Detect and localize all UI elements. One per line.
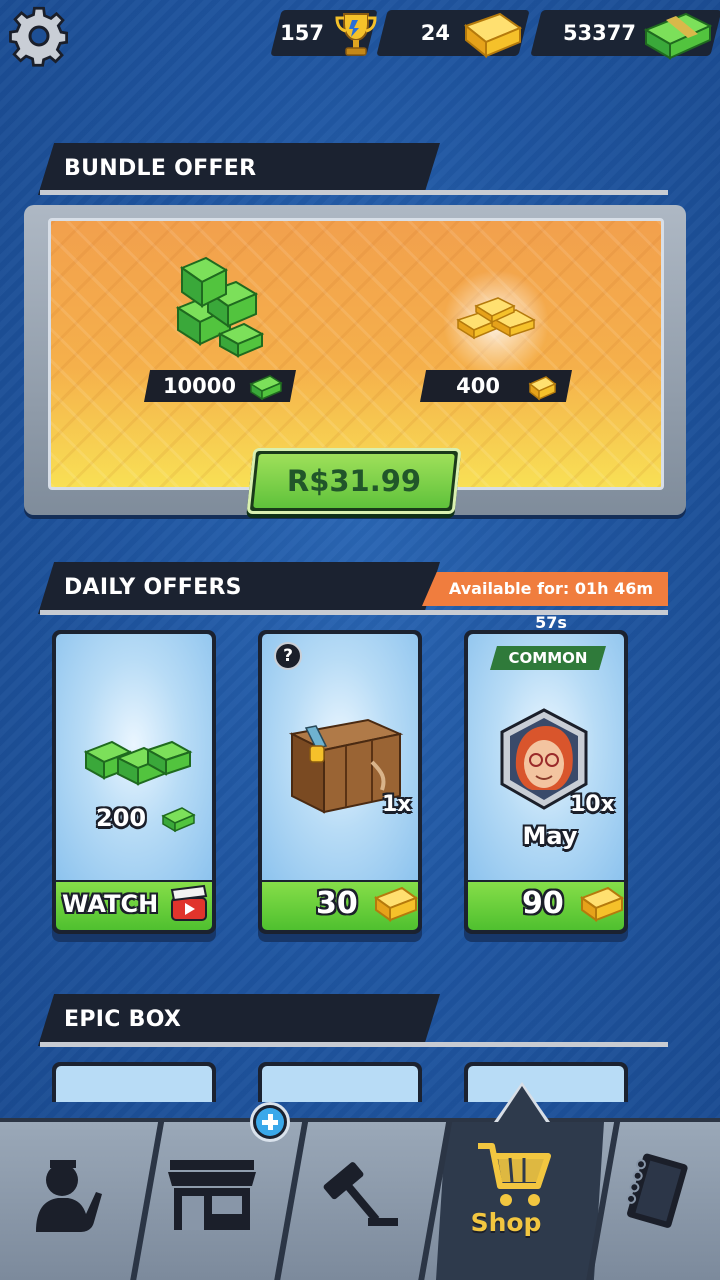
watch-button-label[interactable]: WATCH [62,880,158,928]
gold-small-icon [528,376,557,401]
gold-bar-icon [579,886,625,922]
bundle-divider [40,190,668,195]
cash-stack-icon [643,12,713,60]
cash-pile-icon [175,256,265,358]
epic-box-card[interactable] [258,1062,422,1102]
epic-box-card[interactable] [52,1062,216,1102]
trophy-icon [335,13,377,56]
cash-bundle-icon [83,740,193,786]
daily-offers-title: DAILY OFFERS [64,575,242,600]
crate-price[interactable]: 30 [316,880,358,928]
nav-shop-label[interactable]: Shop [436,1208,576,1237]
nav-store-icon[interactable] [164,1156,260,1232]
nav-shop-cart-icon[interactable] [474,1136,556,1212]
bundle-price[interactable]: R$31.99 [250,448,458,514]
crate-quantity: 1x [382,792,412,817]
cash-small-icon [249,375,283,401]
daily-divider [40,610,668,615]
video-clapper-icon [170,884,208,921]
info-question-icon[interactable]: ? [274,642,302,670]
epic-box-header: EPIC BOX [38,994,440,1046]
add-button[interactable] [250,1102,290,1142]
daily-offers-header: DAILY OFFERS [38,562,440,614]
epic-divider [40,1042,668,1047]
availability-timer: Available for: 01h 46m 57s [448,579,654,632]
bundle-offer-title: BUNDLE OFFER [64,156,257,181]
nav-auction-gavel-icon[interactable] [318,1156,402,1232]
bundle-cash-amount: 10000 [162,374,236,398]
cash-small-icon [161,807,196,833]
epic-box-title: EPIC BOX [64,1007,182,1032]
cash-count: 53377 [562,21,636,45]
trophy-count: 157 [280,21,324,45]
bundle-offer-header: BUNDLE OFFER [38,143,440,195]
character-name: May [522,822,578,850]
character-quantity: 10x [570,792,615,817]
gold-count: 24 [420,21,450,45]
gold-pile-icon [456,297,536,340]
epic-box-card[interactable] [464,1062,628,1102]
nav-characters-icon[interactable] [22,1152,106,1236]
gold-bar-icon [373,886,419,922]
character-price[interactable]: 90 [522,880,564,928]
gold-bar-icon [463,12,523,59]
settings-gear-icon[interactable] [8,6,70,68]
bundle-gold-amount: 400 [456,374,500,398]
rarity-label: COMMON [508,649,588,667]
watch-cash-amount: 200 [96,804,147,832]
nav-notebook-icon[interactable] [620,1152,696,1232]
